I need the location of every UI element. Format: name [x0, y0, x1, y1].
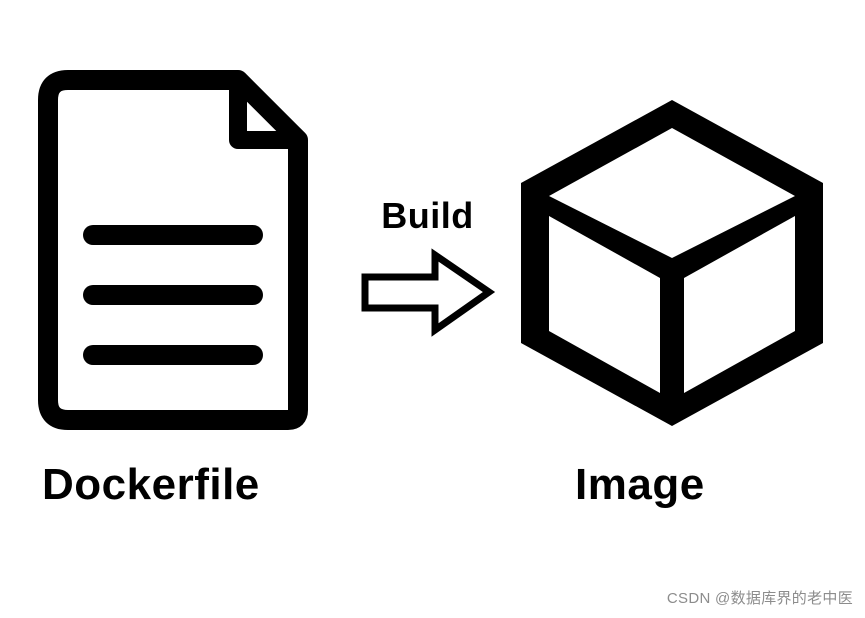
build-step: Build	[345, 195, 500, 355]
arrow-right-icon	[357, 245, 497, 340]
cube-3d-icon	[495, 88, 850, 438]
arrow-label: Build	[355, 195, 500, 237]
image-label: Image	[575, 460, 705, 510]
dockerfile-label: Dockerfile	[42, 460, 260, 510]
diagram-canvas: Build Dockerfile Image CSDN @数据库界的老中医	[0, 0, 865, 618]
watermark-text: CSDN @数据库界的老中医	[667, 587, 853, 608]
document-lines-icon	[28, 60, 328, 430]
